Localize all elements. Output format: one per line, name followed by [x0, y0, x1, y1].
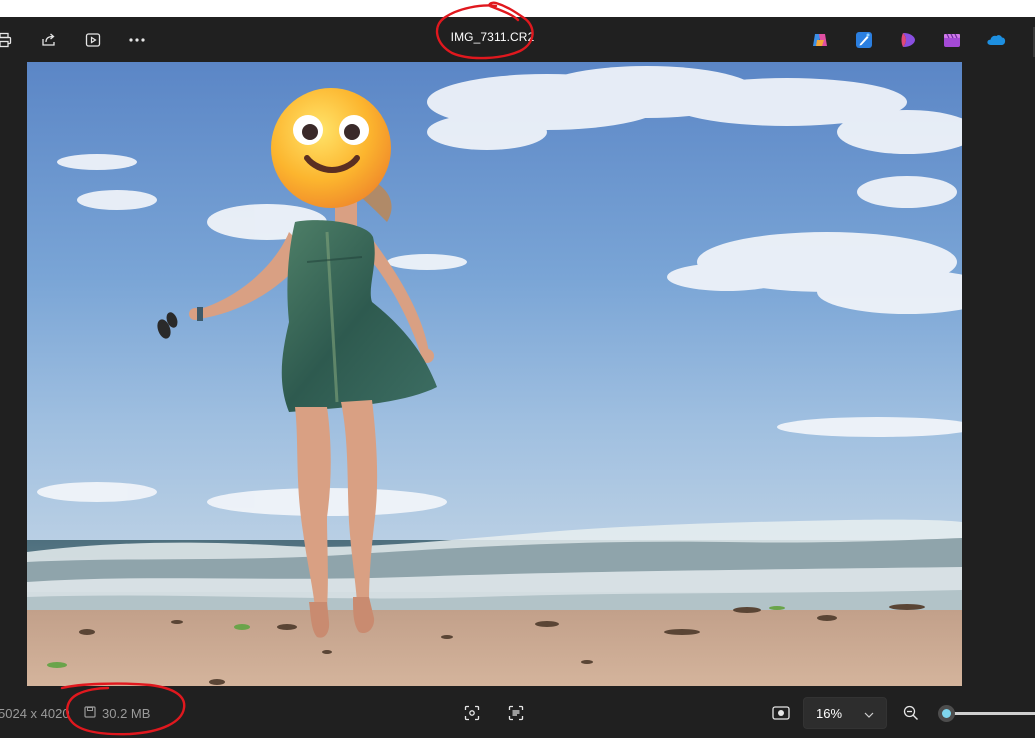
status-bar: 5024 x 4020 30.2 MB 16% — [0, 691, 1035, 738]
chevron-down-icon — [864, 706, 874, 721]
actual-size-icon — [772, 705, 790, 721]
zoom-slider-track[interactable] — [946, 712, 1035, 715]
clipchamp-icon — [899, 31, 917, 49]
scan-text-icon — [508, 705, 524, 721]
edit-app-icon — [855, 31, 873, 49]
top-toolbar: IMG_7311.CR2 — [0, 17, 1035, 62]
text-scan-button[interactable] — [502, 699, 530, 727]
actual-size-button[interactable] — [767, 699, 795, 727]
share-button[interactable] — [35, 26, 63, 54]
file-size: 30.2 MB — [102, 706, 151, 721]
copilot-button[interactable] — [806, 26, 834, 54]
file-size-info: 30.2 MB — [84, 706, 150, 721]
print-icon — [0, 32, 12, 48]
onedrive-icon — [986, 33, 1006, 47]
onedrive-button[interactable] — [982, 26, 1010, 54]
video-editor-icon — [943, 31, 961, 49]
video-editor-button[interactable] — [938, 26, 966, 54]
more-options-icon — [128, 37, 146, 43]
zoom-slider-thumb[interactable] — [938, 705, 955, 722]
image-dimensions: 5024 x 4020 — [0, 706, 70, 721]
file-title: IMG_7311.CR2 — [450, 30, 535, 44]
slideshow-button[interactable] — [79, 26, 107, 54]
slideshow-icon — [85, 32, 101, 48]
save-icon — [84, 706, 96, 721]
photos-app-window: IMG_7311.CR2 5024 x 4020 30.2 MB 16% — [0, 17, 1035, 738]
more-options-button[interactable] — [123, 26, 151, 54]
share-icon — [41, 32, 57, 48]
photo-viewer-image[interactable] — [27, 62, 962, 686]
copilot-icon — [811, 31, 829, 49]
zoom-level-value: 16% — [816, 705, 843, 721]
print-button[interactable] — [0, 26, 18, 54]
clipchamp-button[interactable] — [894, 26, 922, 54]
zoom-out-button[interactable] — [897, 699, 925, 727]
fit-to-window-button[interactable] — [458, 699, 486, 727]
zoom-out-icon — [903, 705, 919, 721]
focus-frame-icon — [464, 705, 480, 721]
edit-app-button[interactable] — [850, 26, 878, 54]
zoom-level-dropdown[interactable]: 16% — [803, 697, 887, 729]
